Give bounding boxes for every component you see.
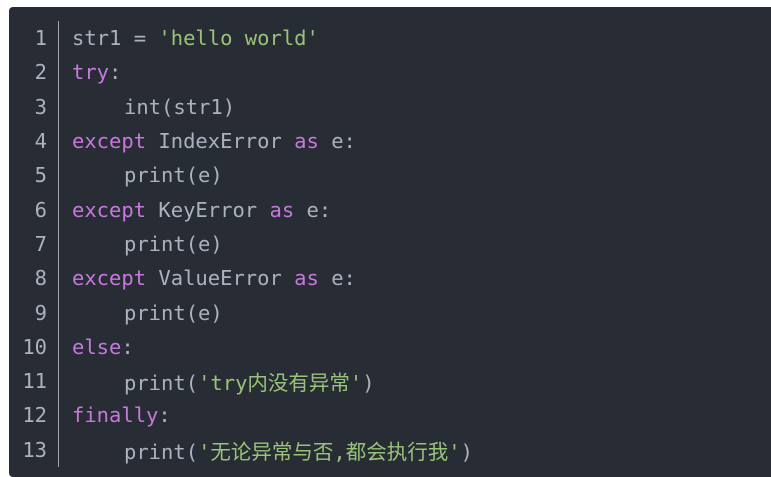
line-number: 5 bbox=[34, 163, 47, 188]
code-token: IndexError bbox=[146, 129, 295, 154]
code-token: : bbox=[158, 403, 171, 428]
line-number: 3 bbox=[34, 94, 47, 119]
keyword-token: as bbox=[269, 197, 295, 222]
code-text: int(str1) bbox=[47, 95, 235, 119]
string-token: '无论异常与否,都会执行我' bbox=[198, 439, 461, 464]
code-line: 12 finally: bbox=[9, 398, 771, 432]
keyword-token: else bbox=[72, 334, 122, 359]
code-line: 2 try: bbox=[9, 55, 771, 89]
code-lines: 1 str1 = 'hello world' 2 try: 3 int(str1) 4 exc… bbox=[9, 21, 771, 467]
code-line: 11 print('try内没有异常') bbox=[9, 364, 771, 398]
line-number: 10 bbox=[22, 334, 47, 359]
code-line: 9 print(e) bbox=[9, 295, 771, 329]
keyword-token: as bbox=[294, 266, 319, 291]
code-line: 8 except ValueError as e: bbox=[9, 261, 771, 295]
code-token: : bbox=[109, 60, 122, 85]
line-number: 13 bbox=[22, 437, 47, 462]
code-text: else: bbox=[47, 335, 134, 359]
code-token: : bbox=[121, 334, 134, 359]
code-line: 5 print(e) bbox=[9, 158, 771, 192]
code-token: e: bbox=[318, 129, 356, 154]
code-token: ) bbox=[460, 439, 473, 464]
code-line: 1 str1 = 'hello world' bbox=[9, 21, 771, 55]
keyword-token: try bbox=[72, 60, 110, 85]
line-number: 9 bbox=[34, 300, 47, 325]
code-text: except ValueError as e: bbox=[47, 266, 356, 290]
code-token: str1 = bbox=[72, 26, 159, 51]
code-text: print(e) bbox=[47, 301, 223, 325]
line-number: 11 bbox=[22, 369, 47, 394]
code-token: ValueError bbox=[146, 266, 295, 291]
code-text: print(e) bbox=[47, 232, 223, 256]
code-token: print( bbox=[124, 371, 199, 396]
code-token: print(e) bbox=[124, 231, 223, 256]
code-line: 6 except KeyError as e: bbox=[9, 192, 771, 226]
code-line: 7 print(e) bbox=[9, 227, 771, 261]
keyword-token: finally bbox=[72, 403, 159, 428]
code-text: print('try内没有异常') bbox=[47, 366, 375, 396]
line-number: 7 bbox=[34, 231, 47, 256]
code-block[interactable]: 1 str1 = 'hello world' 2 try: 3 int(str1) 4 exc… bbox=[9, 7, 771, 477]
line-number: 2 bbox=[34, 60, 47, 85]
code-token: KeyError bbox=[146, 197, 270, 222]
code-text: str1 = 'hello world' bbox=[47, 26, 319, 50]
line-number: 6 bbox=[34, 197, 47, 222]
code-line: 13 print('无论异常与否,都会执行我') bbox=[9, 433, 771, 467]
code-line: 4 except IndexError as e: bbox=[9, 124, 771, 158]
code-text: finally: bbox=[47, 403, 171, 427]
code-token: int(str1) bbox=[124, 94, 236, 119]
keyword-token: except bbox=[72, 197, 147, 222]
keyword-token: as bbox=[294, 129, 319, 154]
code-token: e: bbox=[318, 266, 356, 291]
code-text: print(e) bbox=[47, 163, 223, 187]
code-line: 3 int(str1) bbox=[9, 90, 771, 124]
code-text: print('无论异常与否,都会执行我') bbox=[47, 435, 473, 465]
keyword-token: except bbox=[72, 129, 147, 154]
keyword-token: except bbox=[72, 266, 147, 291]
code-token: print( bbox=[124, 439, 199, 464]
code-token: ) bbox=[362, 371, 375, 396]
code-token: e: bbox=[294, 197, 332, 222]
line-number: 4 bbox=[34, 129, 47, 154]
line-number: 8 bbox=[34, 266, 47, 291]
gutter-divider bbox=[58, 21, 59, 467]
code-line: 10 else: bbox=[9, 330, 771, 364]
code-text: except KeyError as e: bbox=[47, 198, 331, 222]
code-text: except IndexError as e: bbox=[47, 129, 356, 153]
string-token: 'hello world' bbox=[158, 26, 319, 51]
string-token: 'try内没有异常' bbox=[198, 371, 363, 396]
code-token: print(e) bbox=[124, 163, 223, 188]
line-number: 12 bbox=[22, 403, 47, 428]
line-number: 1 bbox=[34, 26, 47, 51]
code-token: print(e) bbox=[124, 300, 223, 325]
